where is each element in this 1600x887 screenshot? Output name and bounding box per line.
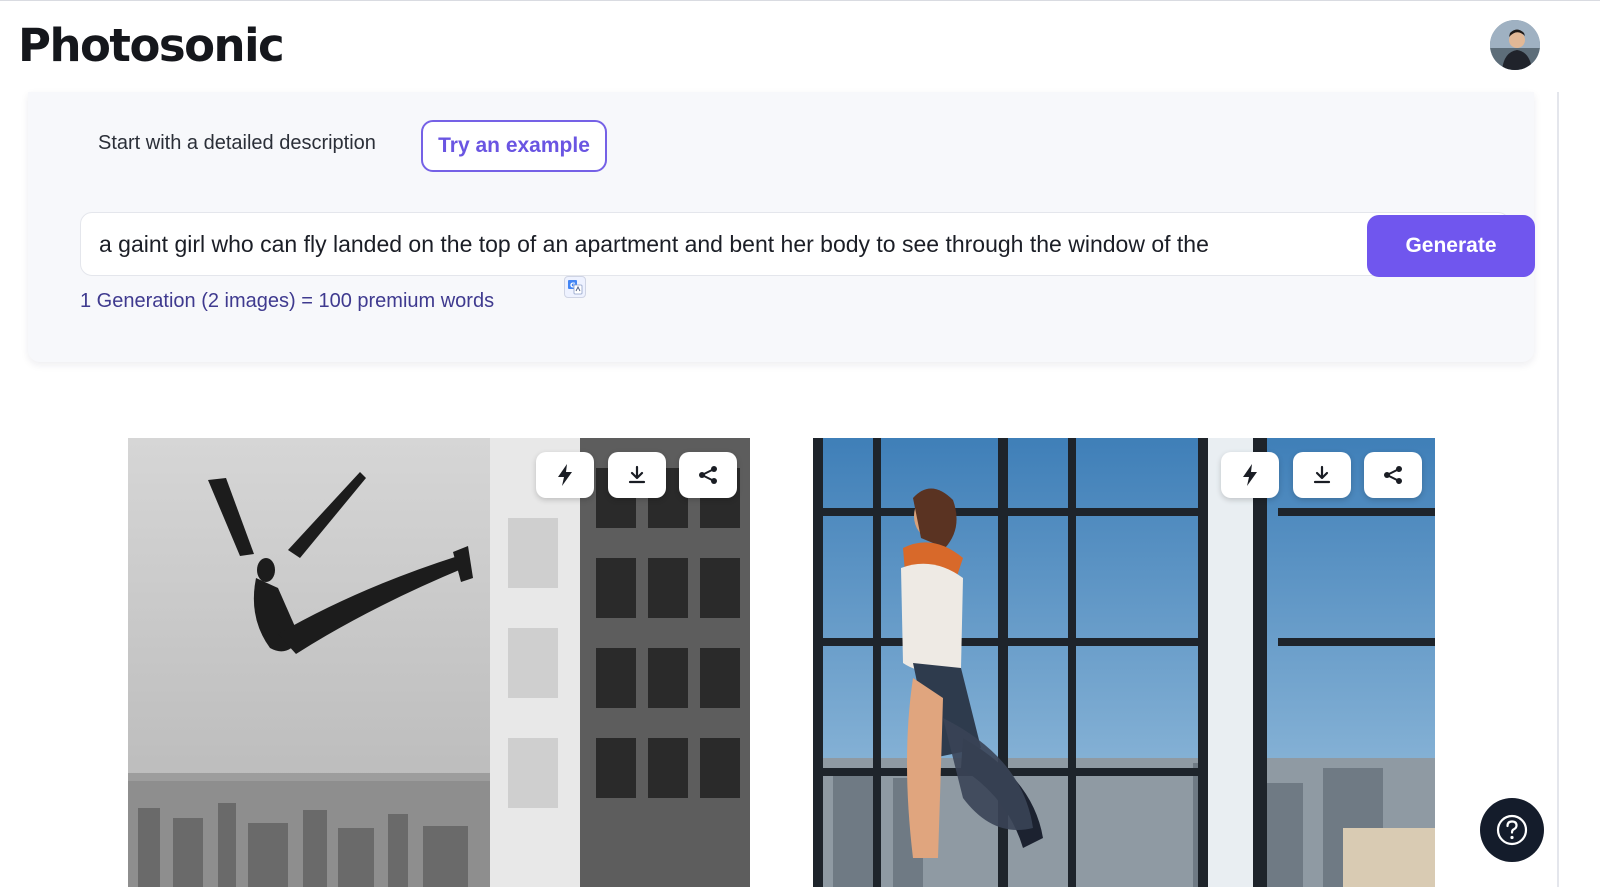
- bolt-icon[interactable]: [1221, 452, 1279, 498]
- page-divider: [1557, 92, 1559, 887]
- user-avatar[interactable]: [1490, 20, 1540, 70]
- help-icon: [1496, 814, 1528, 846]
- color-window-figure-image: [813, 438, 1435, 887]
- try-example-button[interactable]: Try an example: [421, 120, 607, 172]
- prompt-panel: Start with a detailed description Try an…: [28, 92, 1535, 362]
- google-translate-icon[interactable]: G: [564, 276, 586, 298]
- app-title: Photosonic: [18, 19, 285, 72]
- bw-flying-figure-image: [128, 438, 750, 887]
- prompt-input[interactable]: a gaint girl who can fly landed on the t…: [99, 213, 1304, 275]
- result-image-2[interactable]: [813, 438, 1435, 887]
- top-border: [0, 0, 1600, 1]
- intro-label: Start with a detailed description: [98, 132, 376, 154]
- bolt-icon[interactable]: [536, 452, 594, 498]
- download-icon[interactable]: [1293, 452, 1351, 498]
- result-image-1[interactable]: [128, 438, 750, 887]
- share-icon[interactable]: [1364, 452, 1422, 498]
- generate-button[interactable]: Generate: [1367, 215, 1535, 277]
- help-button[interactable]: [1480, 798, 1544, 862]
- generation-cost-note: 1 Generation (2 images) = 100 premium wo…: [80, 290, 495, 312]
- prompt-input-container: a gaint girl who can fly landed on the t…: [80, 212, 1535, 277]
- download-icon[interactable]: [608, 452, 666, 498]
- share-icon[interactable]: [679, 452, 737, 498]
- avatar-image: [1490, 20, 1540, 70]
